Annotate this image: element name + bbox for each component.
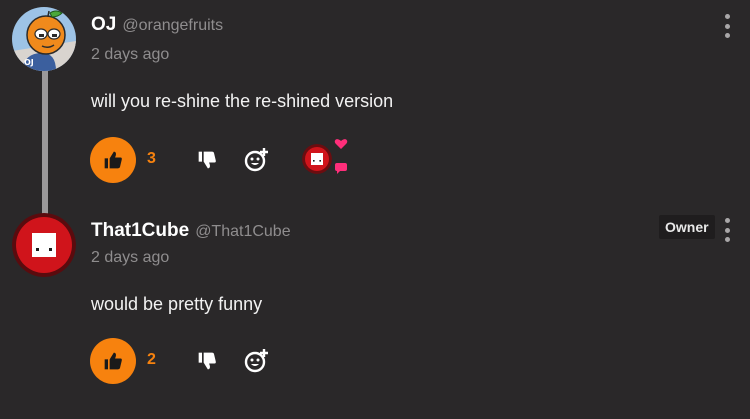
thread-line [42,66,48,216]
thumbs-up-icon [104,352,122,370]
comment-actions: 3 [90,137,390,183]
thumbs-down-icon [198,352,216,370]
add-reaction-icon [244,349,268,373]
author-handle[interactable]: @orangefruits [122,17,223,35]
oj-avatar-image: OJ [12,7,76,71]
cube-avatar-image [302,144,332,174]
reply-bubble-icon [335,163,347,174]
timestamp: 2 days ago [91,249,170,266]
avatar[interactable]: OJ [12,7,76,71]
author-row: OJ @orangefruits [91,14,223,36]
creator-heart [300,139,356,180]
comment-text: will you re-shine the re-shined version [91,91,394,111]
like-count: 2 [147,351,156,368]
comment-thread: OJ OJ @orangefruits 2 days ago will you … [0,0,750,419]
svg-text:OJ: OJ [24,58,34,67]
comment-actions: 2 [90,338,390,384]
author-name[interactable]: That1Cube [91,220,189,242]
avatar[interactable] [12,213,76,277]
creator-avatar [302,144,332,174]
thumbs-up-icon [104,151,122,169]
dislike-button[interactable] [192,146,222,174]
author-row: That1Cube @That1Cube [91,220,291,242]
author-name[interactable]: OJ [91,14,116,36]
add-reaction-icon [244,148,268,172]
dislike-button[interactable] [192,347,222,375]
like-button[interactable] [90,137,136,183]
timestamp: 2 days ago [91,46,170,63]
like-count: 3 [147,150,156,167]
cube-avatar-image [12,213,76,277]
add-reaction-button[interactable] [241,144,273,176]
comment-text: would be pretty funny [91,294,263,314]
add-reaction-button[interactable] [241,345,273,377]
more-vertical-icon[interactable] [718,14,736,38]
heart-icon [334,139,348,149]
author-handle[interactable]: @That1Cube [195,223,290,241]
thumbs-down-icon [198,151,216,169]
more-vertical-icon[interactable] [718,218,736,242]
like-button[interactable] [90,338,136,384]
owner-badge: Owner [659,215,715,239]
